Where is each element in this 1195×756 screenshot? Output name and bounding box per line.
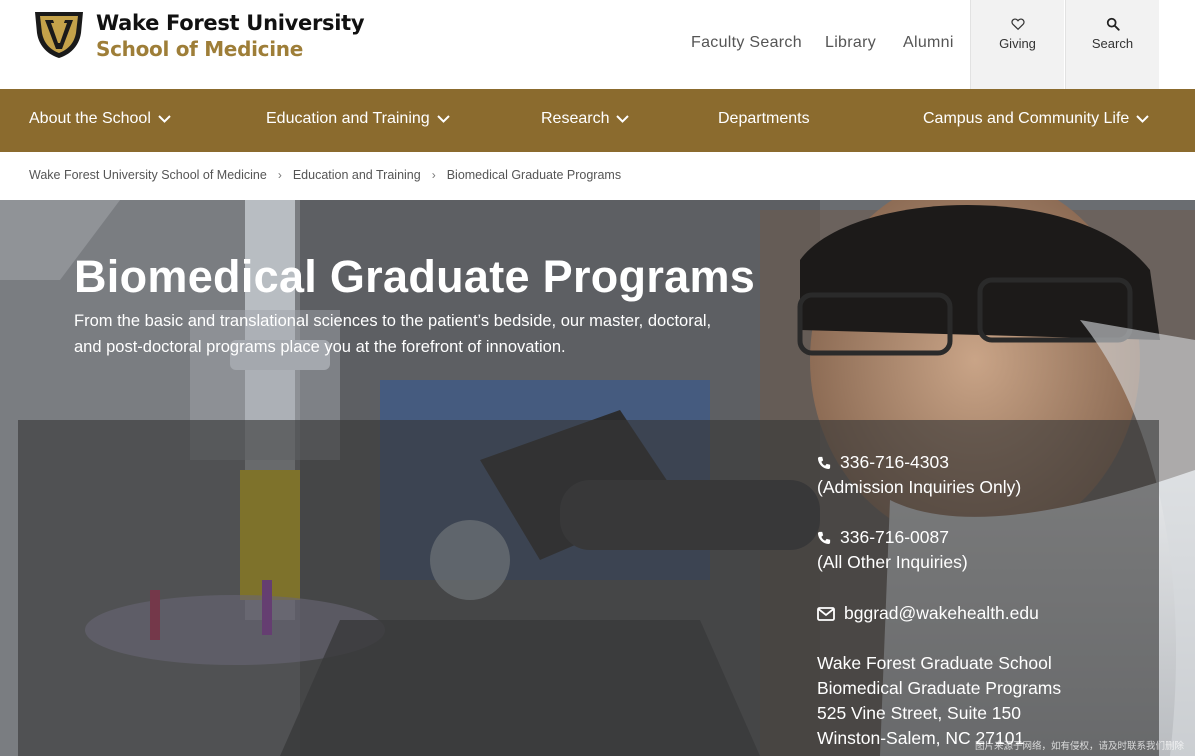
nav-item-label: Departments (718, 110, 810, 127)
breadcrumb-separator: › (277, 168, 282, 182)
envelope-icon (817, 606, 835, 621)
breadcrumb-separator: › (431, 168, 436, 182)
admissions-phone-note: (Admission Inquiries Only) (817, 477, 1022, 497)
breadcrumb-current-page: Biomedical Graduate Programs (446, 168, 622, 182)
nav-campus-and-community-life[interactable]: Campus and Community Life (923, 110, 1150, 128)
nav-item-label: Education and Training (266, 110, 430, 127)
chevron-down-icon (1136, 115, 1150, 123)
nav-departments[interactable]: Departments (718, 110, 810, 128)
brand-school-name: School of Medicine (96, 37, 303, 61)
search-icon (1106, 17, 1120, 31)
breadcrumb-link-home[interactable]: Wake Forest University School of Medicin… (29, 168, 267, 182)
search-label: Search (1091, 36, 1134, 51)
admissions-phone-link[interactable]: 336-716-4303 (840, 450, 949, 475)
nav-education-and-training[interactable]: Education and Training (266, 110, 450, 128)
nav-about-the-school[interactable]: About the School (29, 110, 171, 128)
phone-icon (817, 531, 831, 544)
page-title: Biomedical Graduate Programs (74, 251, 756, 302)
wake-forest-shield-logo-icon[interactable] (33, 9, 85, 59)
general-phone-note: (All Other Inquiries) (817, 552, 968, 572)
image-watermark: 图片来源于网络，如有侵权，请及时联系我们删除 (975, 741, 1185, 752)
address-line: Biomedical Graduate Programs (817, 678, 1062, 698)
breadcrumb-link-education[interactable]: Education and Training (293, 168, 421, 182)
contact-email: bggrad@wakehealth.edu (817, 601, 1039, 626)
nav-item-label: Research (541, 110, 610, 127)
address-line: 525 Vine Street, Suite 150 (817, 703, 1021, 723)
breadcrumb: Wake Forest University School of Medicin… (29, 168, 621, 182)
contact-general: 336-716-0087 (All Other Inquiries) (817, 525, 968, 575)
search-button[interactable]: Search (1065, 0, 1159, 89)
alumni-link[interactable]: Alumni (903, 34, 954, 52)
giving-button[interactable]: Giving (970, 0, 1064, 89)
email-link[interactable]: bggrad@wakehealth.edu (844, 601, 1039, 626)
brand-university-name: Wake Forest University (96, 11, 365, 35)
giving-label: Giving (999, 36, 1036, 51)
site-header: Wake Forest University School of Medicin… (0, 0, 1195, 89)
chevron-down-icon (158, 115, 171, 123)
contact-admissions: 336-716-4303 (Admission Inquiries Only) (817, 450, 1021, 500)
brand-wordmark[interactable]: Wake Forest University School of Medicin… (96, 10, 365, 61)
contact-address: Wake Forest Graduate School Biomedical G… (817, 651, 1061, 751)
faculty-search-link[interactable]: Faculty Search (691, 34, 802, 52)
library-link[interactable]: Library (825, 34, 876, 52)
general-phone-link[interactable]: 336-716-0087 (840, 525, 949, 550)
address-line: Wake Forest Graduate School (817, 653, 1052, 673)
chevron-down-icon (436, 115, 450, 123)
nav-item-label: About the School (29, 110, 151, 127)
heart-icon (1010, 18, 1025, 31)
nav-item-label: Campus and Community Life (923, 110, 1130, 127)
main-navigation: About the School Education and Training … (0, 89, 1195, 152)
phone-icon (817, 456, 831, 469)
hero-description: From the basic and translational science… (74, 312, 712, 356)
nav-research[interactable]: Research (541, 110, 630, 128)
chevron-down-icon (616, 115, 630, 123)
